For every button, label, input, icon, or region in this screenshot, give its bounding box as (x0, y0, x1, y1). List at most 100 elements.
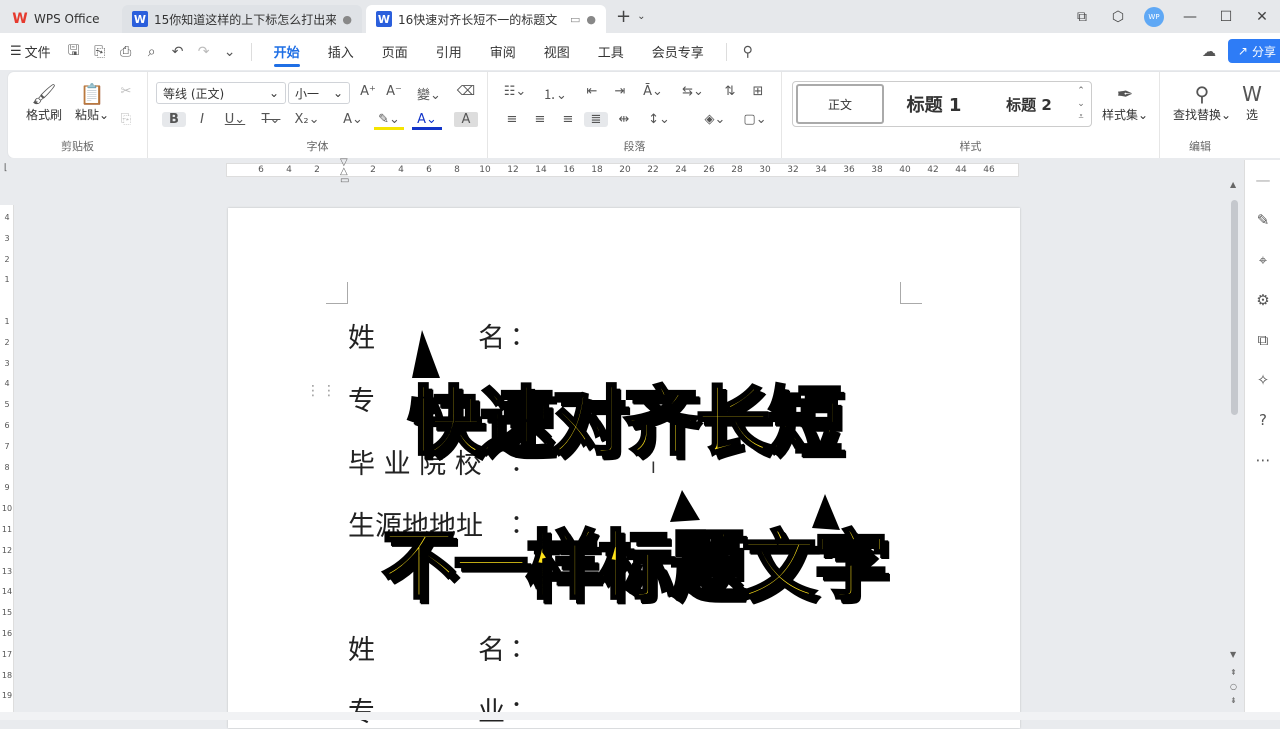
tab-document-15[interactable]: W 15你知道这样的上下标怎么打出来 ● (122, 5, 362, 33)
font-size-select[interactable]: 小一 ⌄ (288, 82, 350, 104)
indent-marker-icon[interactable]: ▽ △ ▭ (340, 158, 349, 186)
style-heading-2[interactable]: 标题 2 (984, 84, 1074, 124)
more-icon[interactable]: ⋯ (1245, 440, 1280, 480)
clipboard-group-label: 剪贴板 (61, 140, 94, 153)
shading-icon[interactable]: ◈⌄ (700, 112, 730, 127)
tab-start[interactable]: 开始 (260, 33, 314, 70)
vertical-ruler[interactable]: 4 3 2 1 1 2 3 4 5 6 7 8 9 10 11 12 13 14 15 16 17 18 19 (0, 205, 14, 720)
scrollbar-thumb[interactable] (1231, 200, 1238, 415)
layout-icon[interactable]: ⧉ (1064, 9, 1100, 25)
sort-icon[interactable]: ⇅ (718, 84, 742, 99)
sort-direction-icon[interactable]: ⇆⌄ (678, 84, 708, 99)
cube-icon[interactable]: ⬡ (1100, 9, 1136, 25)
help-icon[interactable]: ? (1245, 400, 1280, 440)
tab-tools[interactable]: 工具 (584, 33, 638, 70)
style-heading-1[interactable]: 标题 1 (884, 84, 984, 124)
underline-button[interactable]: U⌄ (220, 112, 250, 127)
bold-button[interactable]: B (162, 112, 186, 127)
tab-review[interactable]: 审阅 (476, 33, 530, 70)
print-icon[interactable]: ⎙ (113, 44, 139, 60)
highlight-button[interactable]: ✎⌄ (374, 112, 404, 130)
border-icon[interactable]: ▢⌄ (740, 112, 770, 127)
tab-document-16[interactable]: W 16快速对齐长短不一的标题文 ▭ ● (366, 5, 606, 33)
scroll-up-icon[interactable]: ▲ (1230, 180, 1236, 189)
text-effect-button[interactable]: A⌄ (338, 112, 368, 127)
search-icon[interactable]: ⚲ (735, 44, 761, 60)
page-nav-icon[interactable]: ⇞ ○ ⇟ (1230, 666, 1237, 708)
tab-stop-icon[interactable]: ⌊ (4, 163, 8, 173)
numbered-list-icon[interactable]: ⒈⌄ (540, 84, 570, 103)
vertical-scrollbar[interactable]: ▲ ▼ ⇞ ○ ⇟ (1229, 180, 1241, 710)
share-button[interactable]: ↗ 分享 (1227, 39, 1280, 63)
find-replace-label: 查找替换 (1172, 108, 1221, 122)
more-chevron-icon[interactable]: ⌄ (217, 44, 243, 60)
image-icon[interactable]: ⧉ (1245, 320, 1280, 360)
find-replace-button[interactable]: ⚲ 查找替换⌄ (1170, 82, 1234, 123)
gallery-scroll-icon[interactable]: ⌃ ⌄ ⩡ (1074, 85, 1088, 124)
doc-line-5-label: 姓 (348, 635, 375, 666)
format-painter-button[interactable]: 🖌 格式刷 (22, 82, 66, 123)
text-direction-icon[interactable]: Ā⌄ (638, 84, 668, 99)
cloud-sync-icon[interactable]: ☁ (1196, 44, 1222, 60)
collapse-icon[interactable]: — (1245, 160, 1280, 200)
adjust-icon[interactable]: ⚙ (1245, 280, 1280, 320)
italic-button[interactable]: I (190, 112, 214, 127)
eraser-icon[interactable]: ⌫ (454, 84, 478, 99)
tab-view[interactable]: 视图 (530, 33, 584, 70)
tab-reference[interactable]: 引用 (422, 33, 476, 70)
minimize-icon[interactable]: — (1172, 9, 1208, 25)
cut-icon[interactable]: ✂ (114, 84, 138, 99)
increase-indent-icon[interactable]: ⇥ (608, 84, 632, 99)
ruler-tick-label: 18 (591, 165, 603, 175)
paste-button[interactable]: 📋 粘贴⌄ (70, 82, 114, 123)
align-left-icon[interactable]: ≡ (500, 112, 524, 127)
avatar[interactable]: WP (1144, 6, 1164, 27)
style-normal[interactable]: 正文 (796, 84, 884, 124)
pointer-icon[interactable]: ⌖ (1245, 240, 1280, 280)
increase-font-icon[interactable]: A⁺ (356, 84, 380, 99)
drag-handle-icon[interactable]: ⋮⋮ (306, 384, 338, 398)
subscript-button[interactable]: X₂⌄ (292, 112, 322, 127)
bullet-list-icon[interactable]: ☷⌄ (500, 84, 530, 99)
file-menu[interactable]: ☰ 文件 (0, 42, 61, 61)
tools-icon[interactable]: ✧ (1245, 360, 1280, 400)
print-preview-icon[interactable]: ⌕ (139, 44, 165, 60)
tab-close-icon[interactable]: ● (342, 13, 352, 26)
tab-close-icon[interactable]: ● (586, 13, 596, 26)
font-name-select[interactable]: 等线 (正文) ⌄ (156, 82, 286, 104)
new-tab-button[interactable]: + ⌄ (616, 6, 645, 27)
tab-home[interactable]: W WPS Office (0, 5, 118, 33)
show-marks-icon[interactable]: ⊞ (746, 84, 770, 99)
decrease-indent-icon[interactable]: ⇤ (580, 84, 604, 99)
font-color-button[interactable]: A⌄ (412, 112, 442, 130)
align-right-icon[interactable]: ≡ (556, 112, 580, 127)
scroll-down-icon[interactable]: ▼ (1230, 650, 1236, 659)
close-icon[interactable]: ✕ (1244, 9, 1280, 25)
editing-group: ⚲ 查找替换⌄ W 选 编辑 (1160, 72, 1280, 158)
select-button[interactable]: W 选 (1240, 82, 1264, 123)
tab-page[interactable]: 页面 (368, 33, 422, 70)
align-center-icon[interactable]: ≡ (528, 112, 552, 127)
undo-icon[interactable]: ↶ (165, 44, 191, 60)
copy-icon[interactable]: ⎘ (114, 112, 138, 127)
char-shading-button[interactable]: A (454, 112, 478, 127)
redo-icon[interactable]: ↷ (191, 44, 217, 60)
strikethrough-button[interactable]: T⌄ (256, 112, 286, 127)
editing-group-label: 编辑 (1189, 140, 1211, 153)
phonetic-guide-icon[interactable]: 變⌄ (414, 84, 444, 103)
justify-icon[interactable]: ≣ (584, 112, 608, 127)
vruler-tick-label: 1 (4, 275, 10, 285)
tab-member[interactable]: 会员专享 (638, 33, 718, 70)
pen-icon[interactable]: ✎ (1245, 200, 1280, 240)
line-spacing-icon[interactable]: ↕⌄ (644, 112, 674, 127)
vruler-tick-label: 16 (1, 629, 13, 638)
tab-insert[interactable]: 插入 (314, 33, 368, 70)
overlay-title-line-1: 快速对齐长短 (407, 378, 844, 467)
export-icon[interactable]: ⎘ (87, 44, 113, 60)
save-icon[interactable]: 🖫 (61, 40, 87, 64)
style-set-button[interactable]: ✒ 样式集⌄ (1096, 82, 1154, 123)
maximize-icon[interactable]: ☐ (1208, 9, 1244, 25)
tab-document-15-label: 15你知道这样的上下标怎么打出来 (154, 12, 337, 27)
decrease-font-icon[interactable]: A⁻ (382, 84, 406, 99)
distribute-icon[interactable]: ⇹ (612, 112, 636, 127)
